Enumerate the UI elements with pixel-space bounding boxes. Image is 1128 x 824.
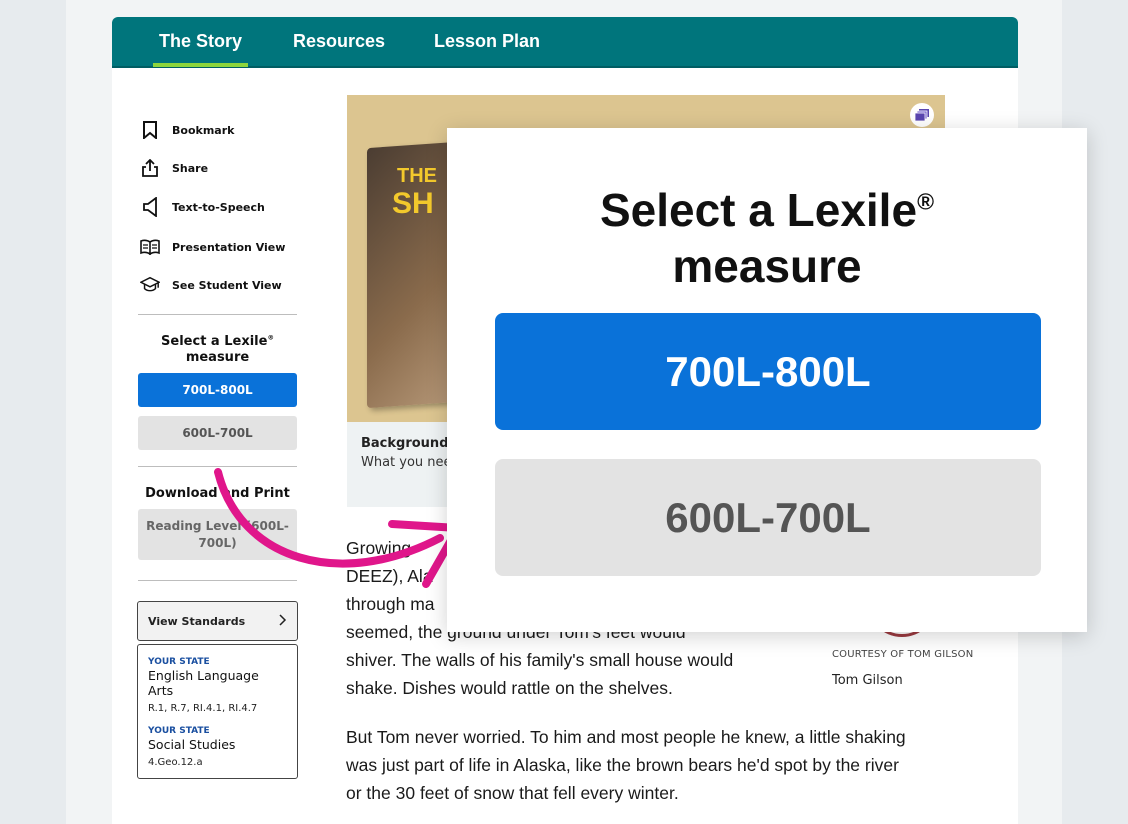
photo-credit: COURTESY OF TOM GILSON bbox=[832, 649, 974, 660]
lexile-700-800-button[interactable]: 700L-800L bbox=[138, 373, 297, 407]
lexile-heading-text-2: measure bbox=[185, 350, 250, 365]
share-tool[interactable]: Share bbox=[140, 158, 208, 178]
article-line: through ma bbox=[346, 594, 435, 614]
ss-subject: Social Studies bbox=[148, 737, 236, 752]
registered-mark: ® bbox=[917, 188, 935, 215]
student-view-label: See Student View bbox=[172, 278, 282, 292]
divider bbox=[138, 314, 297, 315]
callout-lexile-700-800-button[interactable]: 700L-800L bbox=[495, 313, 1041, 430]
divider bbox=[138, 580, 297, 581]
reading-level-download-button[interactable]: Reading Level (600L-700L) bbox=[138, 509, 297, 560]
lexile-600-700-button[interactable]: 600L-700L bbox=[138, 416, 297, 450]
speaker-icon bbox=[140, 197, 160, 217]
article-line: shake. Dishes would rattle on the shelve… bbox=[346, 678, 673, 698]
cover-title: SH bbox=[392, 187, 434, 220]
ela-subject: English Language Arts bbox=[148, 668, 259, 698]
tab-resources[interactable]: Resources bbox=[293, 31, 385, 52]
article-line: But Tom never worried. To him and most p… bbox=[346, 727, 906, 747]
article-line: DEEZ), Ala bbox=[346, 566, 433, 586]
standards-panel: YOUR STATE English Language Arts R.1, R.… bbox=[137, 644, 298, 779]
callout-lexile-600-700-button[interactable]: 600L-700L bbox=[495, 459, 1041, 576]
bookmark-icon bbox=[140, 120, 160, 140]
article-line: Growing bbox=[346, 538, 412, 558]
state-label: YOUR STATE bbox=[148, 726, 210, 736]
view-standards-button[interactable]: View Standards bbox=[137, 601, 298, 641]
text-to-speech-label: Text-to-Speech bbox=[172, 200, 265, 214]
article-line: shiver. The walls of his family's small … bbox=[346, 650, 734, 670]
photo-name: Tom Gilson bbox=[832, 673, 903, 688]
download-heading: Download and Print bbox=[145, 486, 290, 501]
state-label: YOUR STATE bbox=[148, 657, 210, 667]
share-icon bbox=[140, 158, 160, 178]
presentation-view-tool[interactable]: Presentation View bbox=[140, 237, 285, 257]
share-label: Share bbox=[172, 161, 209, 175]
top-nav: The Story Resources Lesson Plan bbox=[112, 17, 1018, 68]
open-book-icon bbox=[140, 237, 160, 257]
view-standards-label: View Standards bbox=[148, 614, 246, 628]
registered-mark: ® bbox=[267, 333, 274, 342]
cover-title: THE bbox=[397, 165, 437, 187]
bookmark-label: Bookmark bbox=[172, 123, 235, 137]
divider bbox=[138, 466, 297, 467]
article-line: or the 30 feet of snow that fell every w… bbox=[346, 783, 679, 803]
tab-lesson-plan[interactable]: Lesson Plan bbox=[434, 31, 540, 52]
callout-title-text: Select a Lexile bbox=[599, 184, 918, 236]
chevron-right-icon bbox=[279, 613, 287, 629]
callout-title-text-2: measure bbox=[672, 240, 862, 292]
ss-codes: 4.Geo.12.a bbox=[148, 757, 203, 768]
lexile-heading-text: Select a Lexile bbox=[161, 334, 268, 349]
gallery-icon bbox=[914, 106, 929, 125]
tab-the-story[interactable]: The Story bbox=[152, 31, 249, 67]
presentation-view-label: Presentation View bbox=[172, 240, 286, 254]
student-view-tool[interactable]: See Student View bbox=[140, 275, 282, 295]
bookmark-tool[interactable]: Bookmark bbox=[140, 120, 234, 140]
article-line: was just part of life in Alaska, like th… bbox=[346, 755, 899, 775]
lexile-heading: Select a Lexile® measure bbox=[138, 334, 297, 366]
callout-title: Select a Lexile® measure bbox=[447, 182, 1087, 294]
text-to-speech-tool[interactable]: Text-to-Speech bbox=[140, 197, 265, 217]
graduation-cap-icon bbox=[140, 275, 160, 295]
ela-codes: R.1, R.7, RI.4.1, RI.4.7 bbox=[148, 703, 258, 714]
lexile-zoom-callout: Select a Lexile® measure 700L-800L 600L-… bbox=[447, 128, 1087, 632]
gallery-button[interactable] bbox=[910, 103, 934, 127]
